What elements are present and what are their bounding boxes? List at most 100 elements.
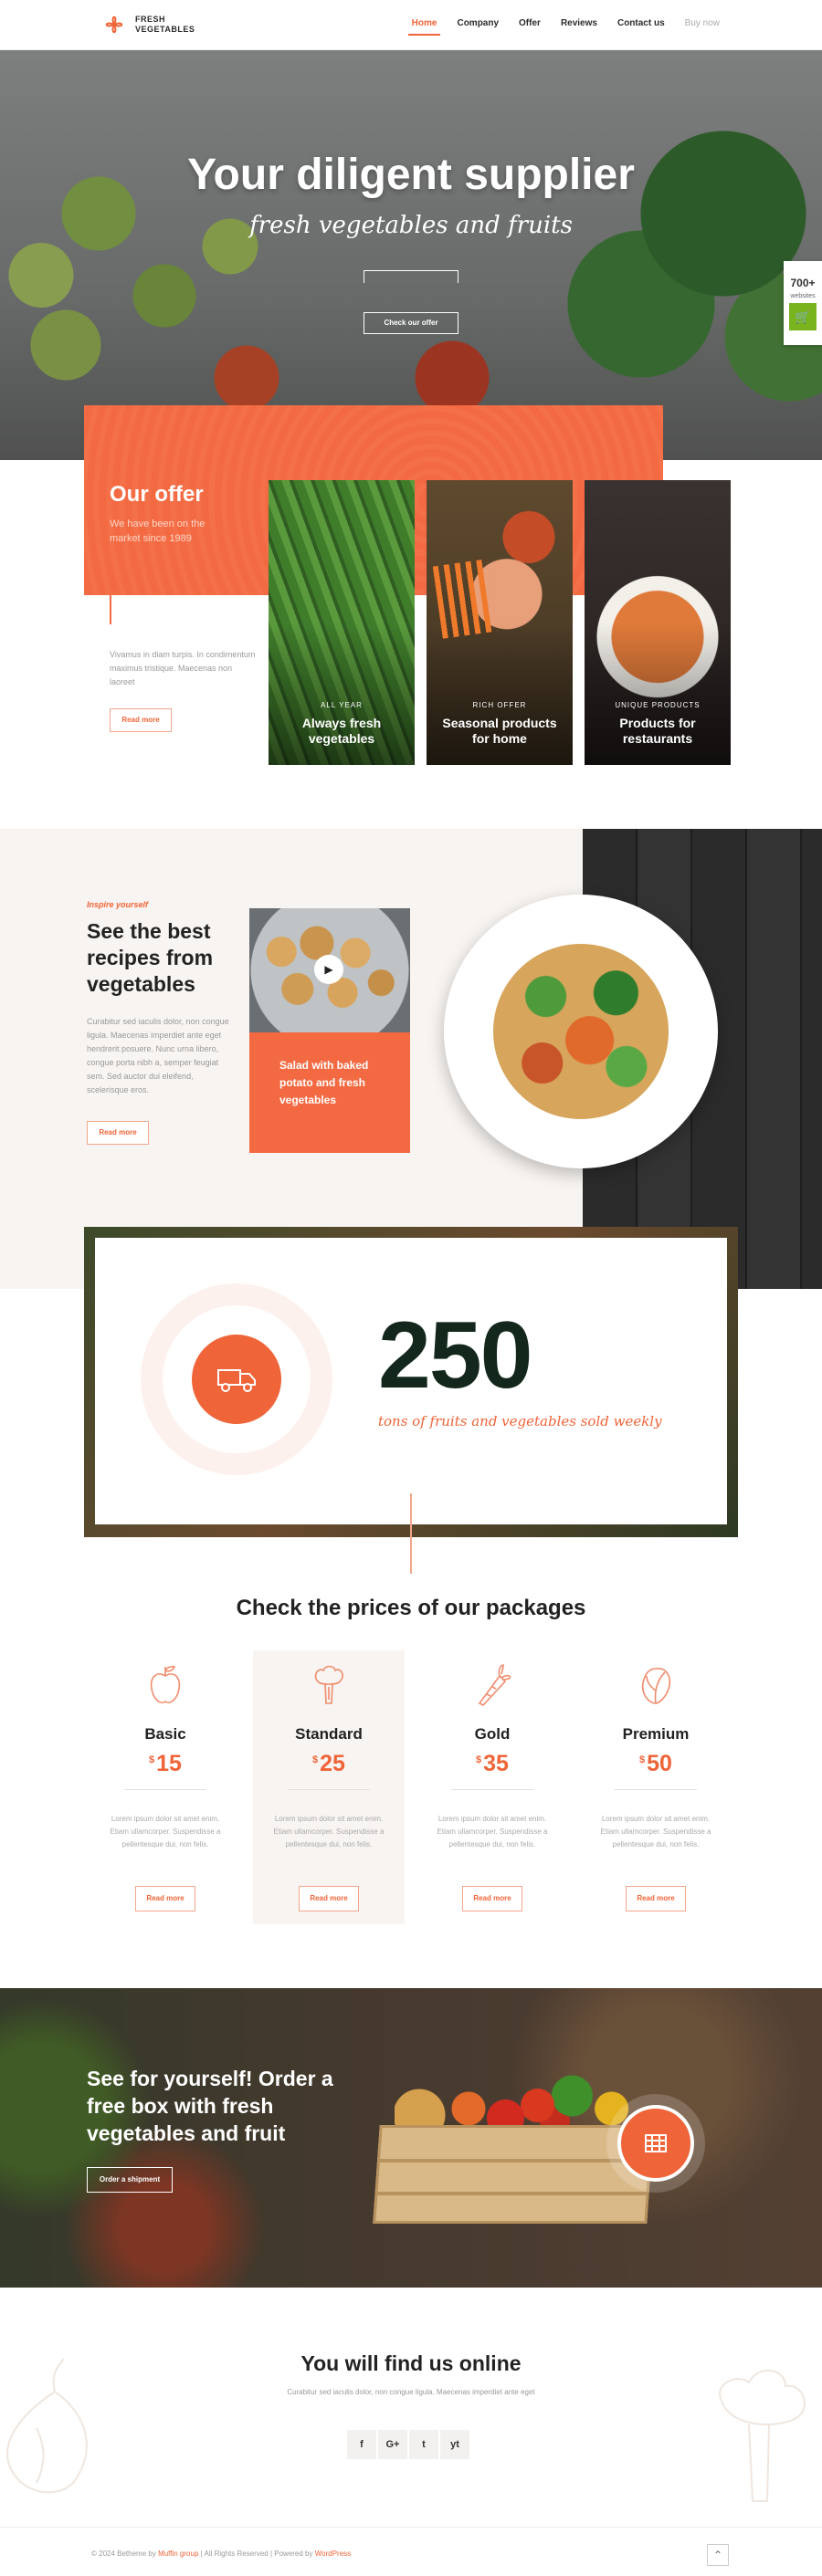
- plan-description: Lorem ipsum dolor sit amet enim. Etiam u…: [110, 1815, 221, 1848]
- logo-line-2: VEGETABLES: [135, 25, 195, 34]
- price-divider: [288, 1789, 370, 1790]
- logo-line-1: FRESH: [135, 15, 166, 24]
- offer-text: Vivamus in diam turpis. In condimentum m…: [110, 650, 256, 686]
- plan-price: $35: [416, 1751, 568, 1777]
- flower-logo-icon: [105, 16, 123, 34]
- card-tag: ALL YEAR: [321, 701, 363, 709]
- offer-divider: [110, 571, 111, 624]
- nav-company[interactable]: Company: [457, 18, 499, 28]
- card-title: Always fresh vegetables: [301, 716, 382, 746]
- salad-image: [493, 944, 669, 1119]
- order-shipment-button[interactable]: Order a shipment: [87, 2167, 173, 2193]
- hero-title: Your diligent supplier: [187, 151, 635, 199]
- hero-section: Your diligent supplier fresh vegetables …: [0, 49, 822, 460]
- back-to-top-icon[interactable]: ⌃: [707, 2544, 729, 2566]
- plan-name: Gold: [474, 1725, 511, 1743]
- nav-reviews[interactable]: Reviews: [561, 18, 597, 28]
- google-plus-icon[interactable]: G+: [378, 2430, 407, 2459]
- recipes-kicker: Inspire yourself: [87, 900, 149, 909]
- stats-number: 250: [378, 1303, 533, 1408]
- nav-contact[interactable]: Contact us: [617, 18, 665, 28]
- plan-price: $50: [580, 1751, 732, 1777]
- recipes-read-more-button[interactable]: Read more: [87, 1121, 149, 1145]
- price-divider: [451, 1789, 533, 1790]
- hero-divider: [364, 270, 458, 283]
- plan-price: $25: [253, 1751, 405, 1777]
- site-footer: © 2024 Betheme by Muffin group | All Rig…: [0, 2527, 822, 2576]
- websites-badge[interactable]: 700+ websites 🛒: [784, 261, 822, 345]
- hero-overlay: [0, 49, 822, 460]
- plan-name: Standard: [295, 1725, 363, 1743]
- price-card-standard: Standard $25 Lorem ipsum dolor sit amet …: [253, 1650, 405, 1924]
- price-card-gold: Gold $35 Lorem ipsum dolor sit amet enim…: [416, 1650, 568, 1924]
- online-title: You will find us online: [300, 2351, 522, 2375]
- copyright: © 2024 Betheme by Muffin group | All Rig…: [91, 2550, 351, 2558]
- copyright-prefix: © 2024 Betheme by: [91, 2550, 156, 2558]
- logo-text: FRESH VEGETABLES: [135, 15, 208, 35]
- play-icon[interactable]: ▶: [314, 955, 343, 984]
- carrot-icon: [478, 1664, 511, 1706]
- badge-label: websites: [790, 292, 816, 299]
- delivery-truck-icon: [192, 1335, 281, 1424]
- price-value: 15: [156, 1751, 182, 1776]
- cart-icon[interactable]: 🛒: [789, 302, 817, 330]
- stats-label: tons of fruits and vegetables sold weekl…: [378, 1413, 662, 1429]
- broccoli-decor-icon: [719, 2369, 806, 2502]
- plan-name: Basic: [144, 1725, 186, 1743]
- plan-name: Premium: [622, 1725, 690, 1743]
- box-icon: [645, 2134, 667, 2152]
- offer-card-restaurants[interactable]: UNIQUE PRODUCTS Products for restaurants: [585, 480, 731, 765]
- logo[interactable]: FRESH VEGETABLES: [100, 11, 208, 38]
- online-subtitle: Curabitur sed iaculis dolor, non congue …: [287, 2388, 535, 2396]
- offer-card-vegetables[interactable]: ALL YEAR Always fresh vegetables: [269, 480, 415, 765]
- main-nav: Home Company Offer Reviews Contact us Bu…: [407, 18, 720, 36]
- facebook-icon[interactable]: f: [347, 2430, 376, 2459]
- price-card-premium: Premium $50 Lorem ipsum dolor sit amet e…: [580, 1650, 732, 1924]
- twitter-icon[interactable]: t: [409, 2430, 438, 2459]
- price-value: 50: [647, 1751, 672, 1776]
- offer-read-more-button[interactable]: Read more: [110, 708, 172, 732]
- wordpress-link[interactable]: WordPress: [315, 2550, 351, 2558]
- recipes-title: See the best recipes from vegetables: [87, 919, 214, 996]
- price-divider: [615, 1789, 697, 1790]
- social-links: f G+ t yt: [347, 2430, 469, 2459]
- copyright-middle: | All Rights Reserved | Powered by: [200, 2550, 313, 2558]
- broccoli-icon: [314, 1665, 343, 1704]
- standard-read-more-button[interactable]: Read more: [299, 1886, 359, 1911]
- nav-offer[interactable]: Offer: [519, 18, 541, 28]
- company-link[interactable]: Muffin group: [158, 2550, 198, 2558]
- currency: $: [639, 1754, 646, 1765]
- premium-read-more-button[interactable]: Read more: [626, 1886, 686, 1911]
- page: FRESH VEGETABLES Home Company Offer Revi…: [0, 0, 822, 2576]
- offer-subtitle: We have been on the market since 1989: [110, 518, 206, 544]
- cta-title: See for yourself! Order a free box with …: [87, 2067, 333, 2145]
- cabbage-icon: [641, 1668, 670, 1704]
- plan-description: Lorem ipsum dolor sit amet enim. Etiam u…: [437, 1815, 548, 1848]
- gold-read-more-button[interactable]: Read more: [462, 1886, 522, 1911]
- site-header: FRESH VEGETABLES Home Company Offer Revi…: [0, 0, 822, 49]
- currency: $: [476, 1754, 482, 1765]
- price-value: 35: [483, 1751, 509, 1776]
- currency: $: [312, 1754, 319, 1765]
- hero-subtitle: fresh vegetables and fruits: [249, 212, 573, 239]
- currency: $: [149, 1754, 155, 1765]
- card-title: Products for restaurants: [619, 716, 696, 746]
- basic-read-more-button[interactable]: Read more: [135, 1886, 195, 1911]
- plan-description: Lorem ipsum dolor sit amet enim. Etiam u…: [600, 1815, 711, 1848]
- check-offer-button[interactable]: Check our offer: [364, 312, 458, 334]
- prices-title: Check the prices of our packages: [236, 1596, 586, 1620]
- price-divider: [124, 1789, 206, 1790]
- stats-divider: [410, 1493, 412, 1574]
- price-value: 25: [320, 1751, 345, 1776]
- price-card-basic: Basic $15 Lorem ipsum dolor sit amet eni…: [90, 1650, 241, 1924]
- card-tag: UNIQUE PRODUCTS: [615, 701, 701, 709]
- recipes-text: Curabitur sed iaculis dolor, non congue …: [87, 1017, 229, 1094]
- onion-decor-icon: [6, 2358, 88, 2494]
- offer-card-seasonal[interactable]: RICH OFFER Seasonal products for home: [427, 480, 573, 765]
- youtube-icon[interactable]: yt: [440, 2430, 469, 2459]
- plan-price: $15: [90, 1751, 241, 1777]
- card-title: Seasonal products for home: [442, 716, 557, 746]
- nav-buy-now[interactable]: Buy now: [685, 18, 720, 28]
- truck-icon: [217, 1369, 256, 1392]
- nav-home[interactable]: Home: [407, 18, 441, 36]
